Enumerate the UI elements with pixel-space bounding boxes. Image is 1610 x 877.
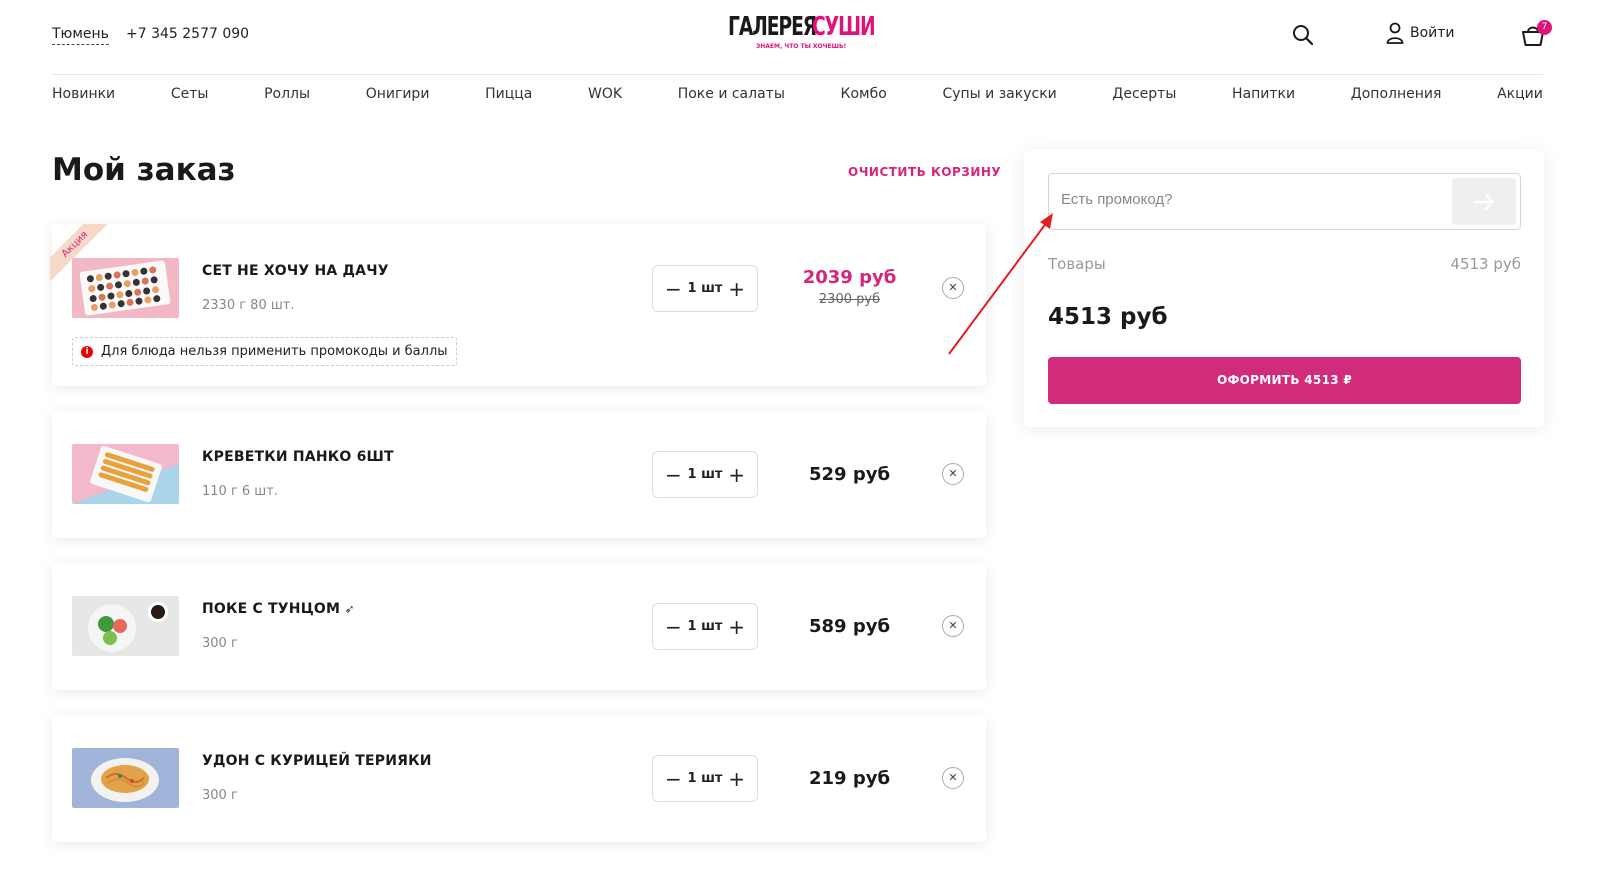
quantity-stepper: − 1 шт + xyxy=(652,755,758,802)
category-nav: Новинки Сеты Роллы Онигири Пицца WOK Пок… xyxy=(52,86,1543,102)
remove-item-button[interactable]: ✕ xyxy=(942,463,964,485)
product-weight: 2330 г 80 шт. xyxy=(202,298,295,313)
cart-item: УДОН С КУРИЦЕЙ ТЕРИЯКИ 300 г − 1 шт + 21… xyxy=(52,715,986,842)
promo-code-field xyxy=(1048,173,1521,230)
increase-button[interactable]: + xyxy=(728,277,745,301)
logo-word-2: СУШИ xyxy=(812,12,876,42)
increase-button[interactable]: + xyxy=(728,767,745,791)
nav-item[interactable]: Акции xyxy=(1497,86,1543,102)
order-summary: Товары 4513 руб 4513 руб ОФОРМИТЬ 4513 ₽ xyxy=(1024,150,1544,427)
info-icon: i xyxy=(81,345,93,358)
nav-item[interactable]: Онигири xyxy=(366,86,430,102)
page-title: Мой заказ xyxy=(52,152,236,188)
quantity-stepper: − 1 шт + xyxy=(652,265,758,312)
quantity-value: 1 шт xyxy=(687,771,723,786)
user-icon xyxy=(1386,22,1404,44)
nav-item[interactable]: Дополнения xyxy=(1351,86,1442,102)
product-image[interactable] xyxy=(72,748,179,808)
quantity-stepper: − 1 шт + xyxy=(652,451,758,498)
apply-promo-button[interactable] xyxy=(1452,178,1516,225)
decrease-button[interactable]: − xyxy=(665,463,682,487)
shrimp-image xyxy=(72,444,179,504)
search-icon[interactable] xyxy=(1292,24,1314,46)
product-price: 219 руб xyxy=(808,768,891,789)
quantity-value: 1 шт xyxy=(687,467,723,482)
increase-button[interactable]: + xyxy=(728,463,745,487)
product-price: 589 руб xyxy=(808,616,891,637)
product-price: 2039 руб xyxy=(802,267,897,288)
goods-value: 4513 руб xyxy=(1450,255,1521,273)
increase-button[interactable]: + xyxy=(728,615,745,639)
header: Тюмень +7 345 2577 090 ГАЛЕРЕЯ СУШИ ЗНАЕ… xyxy=(52,0,1552,75)
product-name[interactable]: СЕТ НЕ ХОЧУ НА ДАЧУ xyxy=(202,263,389,279)
poke-image xyxy=(72,596,179,656)
product-weight: 300 г xyxy=(202,636,238,651)
nav-item[interactable]: Комбо xyxy=(841,86,887,102)
promo-warning: i Для блюда нельзя применить промокоды и… xyxy=(72,337,457,366)
cart-item: КРЕВЕТКИ ПАНКО 6ШТ 110 г 6 шт. − 1 шт + … xyxy=(52,411,986,538)
checkout-button[interactable]: ОФОРМИТЬ 4513 ₽ xyxy=(1048,357,1521,404)
arrow-right-icon xyxy=(1472,193,1495,210)
login-button[interactable]: Войти xyxy=(1386,22,1455,44)
product-weight: 110 г 6 шт. xyxy=(202,484,278,499)
nav-item[interactable]: Новинки xyxy=(52,86,115,102)
warning-text: Для блюда нельзя применить промокоды и б… xyxy=(101,344,448,359)
product-name[interactable]: ПОКЕ С ТУНЦОМ ➶ xyxy=(202,601,355,617)
remove-item-button[interactable]: ✕ xyxy=(942,767,964,789)
nav-item[interactable]: Напитки xyxy=(1232,86,1295,102)
nav-item[interactable]: Десерты xyxy=(1112,86,1176,102)
cart-item: Акция СЕТ НЕ ХОЧУ НА ДАЧУ 2330 г 80 шт. … xyxy=(50,224,986,386)
quantity-value: 1 шт xyxy=(687,281,723,296)
quantity-value: 1 шт xyxy=(687,619,723,634)
nav-item[interactable]: Супы и закуски xyxy=(942,86,1056,102)
remove-item-button[interactable]: ✕ xyxy=(942,615,964,637)
cart-count-badge: 7 xyxy=(1537,20,1552,35)
logo[interactable]: ГАЛЕРЕЯ СУШИ ЗНАЕМ, ЧТО ТЫ ХОЧЕШЬ! xyxy=(728,12,876,56)
chili-icon: ➶ xyxy=(340,602,355,616)
old-price: 2300 руб xyxy=(818,292,881,307)
clear-cart-button[interactable]: ОЧИСТИТЬ КОРЗИНУ xyxy=(848,165,1001,179)
decrease-button[interactable]: − xyxy=(665,615,682,639)
nav-item[interactable]: WOK xyxy=(588,86,622,102)
product-image[interactable] xyxy=(72,444,179,504)
product-weight: 300 г xyxy=(202,788,238,803)
remove-item-button[interactable]: ✕ xyxy=(942,277,964,299)
udon-image xyxy=(72,748,179,808)
quantity-stepper: − 1 шт + xyxy=(652,603,758,650)
order-total: 4513 руб xyxy=(1048,304,1168,330)
logo-word-1: ГАЛЕРЕЯ xyxy=(728,12,817,42)
cart-button[interactable]: 7 xyxy=(1520,20,1552,48)
product-price: 529 руб xyxy=(808,464,891,485)
nav-item[interactable]: Сеты xyxy=(171,86,209,102)
promo-code-input[interactable] xyxy=(1061,191,1441,208)
decrease-button[interactable]: − xyxy=(665,767,682,791)
phone-link[interactable]: +7 345 2577 090 xyxy=(126,26,249,42)
login-label: Войти xyxy=(1410,25,1455,41)
promo-badge: Акция xyxy=(50,224,110,284)
nav-item[interactable]: Поке и салаты xyxy=(678,86,785,102)
decrease-button[interactable]: − xyxy=(665,277,682,301)
product-name[interactable]: УДОН С КУРИЦЕЙ ТЕРИЯКИ xyxy=(202,753,432,769)
promo-ribbon: Акция xyxy=(50,224,110,284)
logo-slogan: ЗНАЕМ, ЧТО ТЫ ХОЧЕШЬ! xyxy=(756,43,847,50)
product-image[interactable] xyxy=(72,596,179,656)
product-name[interactable]: КРЕВЕТКИ ПАНКО 6ШТ xyxy=(202,449,394,465)
nav-item[interactable]: Роллы xyxy=(264,86,310,102)
goods-label: Товары xyxy=(1048,255,1106,273)
city-selector[interactable]: Тюмень xyxy=(52,26,109,45)
cart-item: ПОКЕ С ТУНЦОМ ➶ 300 г − 1 шт + 589 руб ✕ xyxy=(52,563,986,690)
nav-item[interactable]: Пицца xyxy=(485,86,532,102)
